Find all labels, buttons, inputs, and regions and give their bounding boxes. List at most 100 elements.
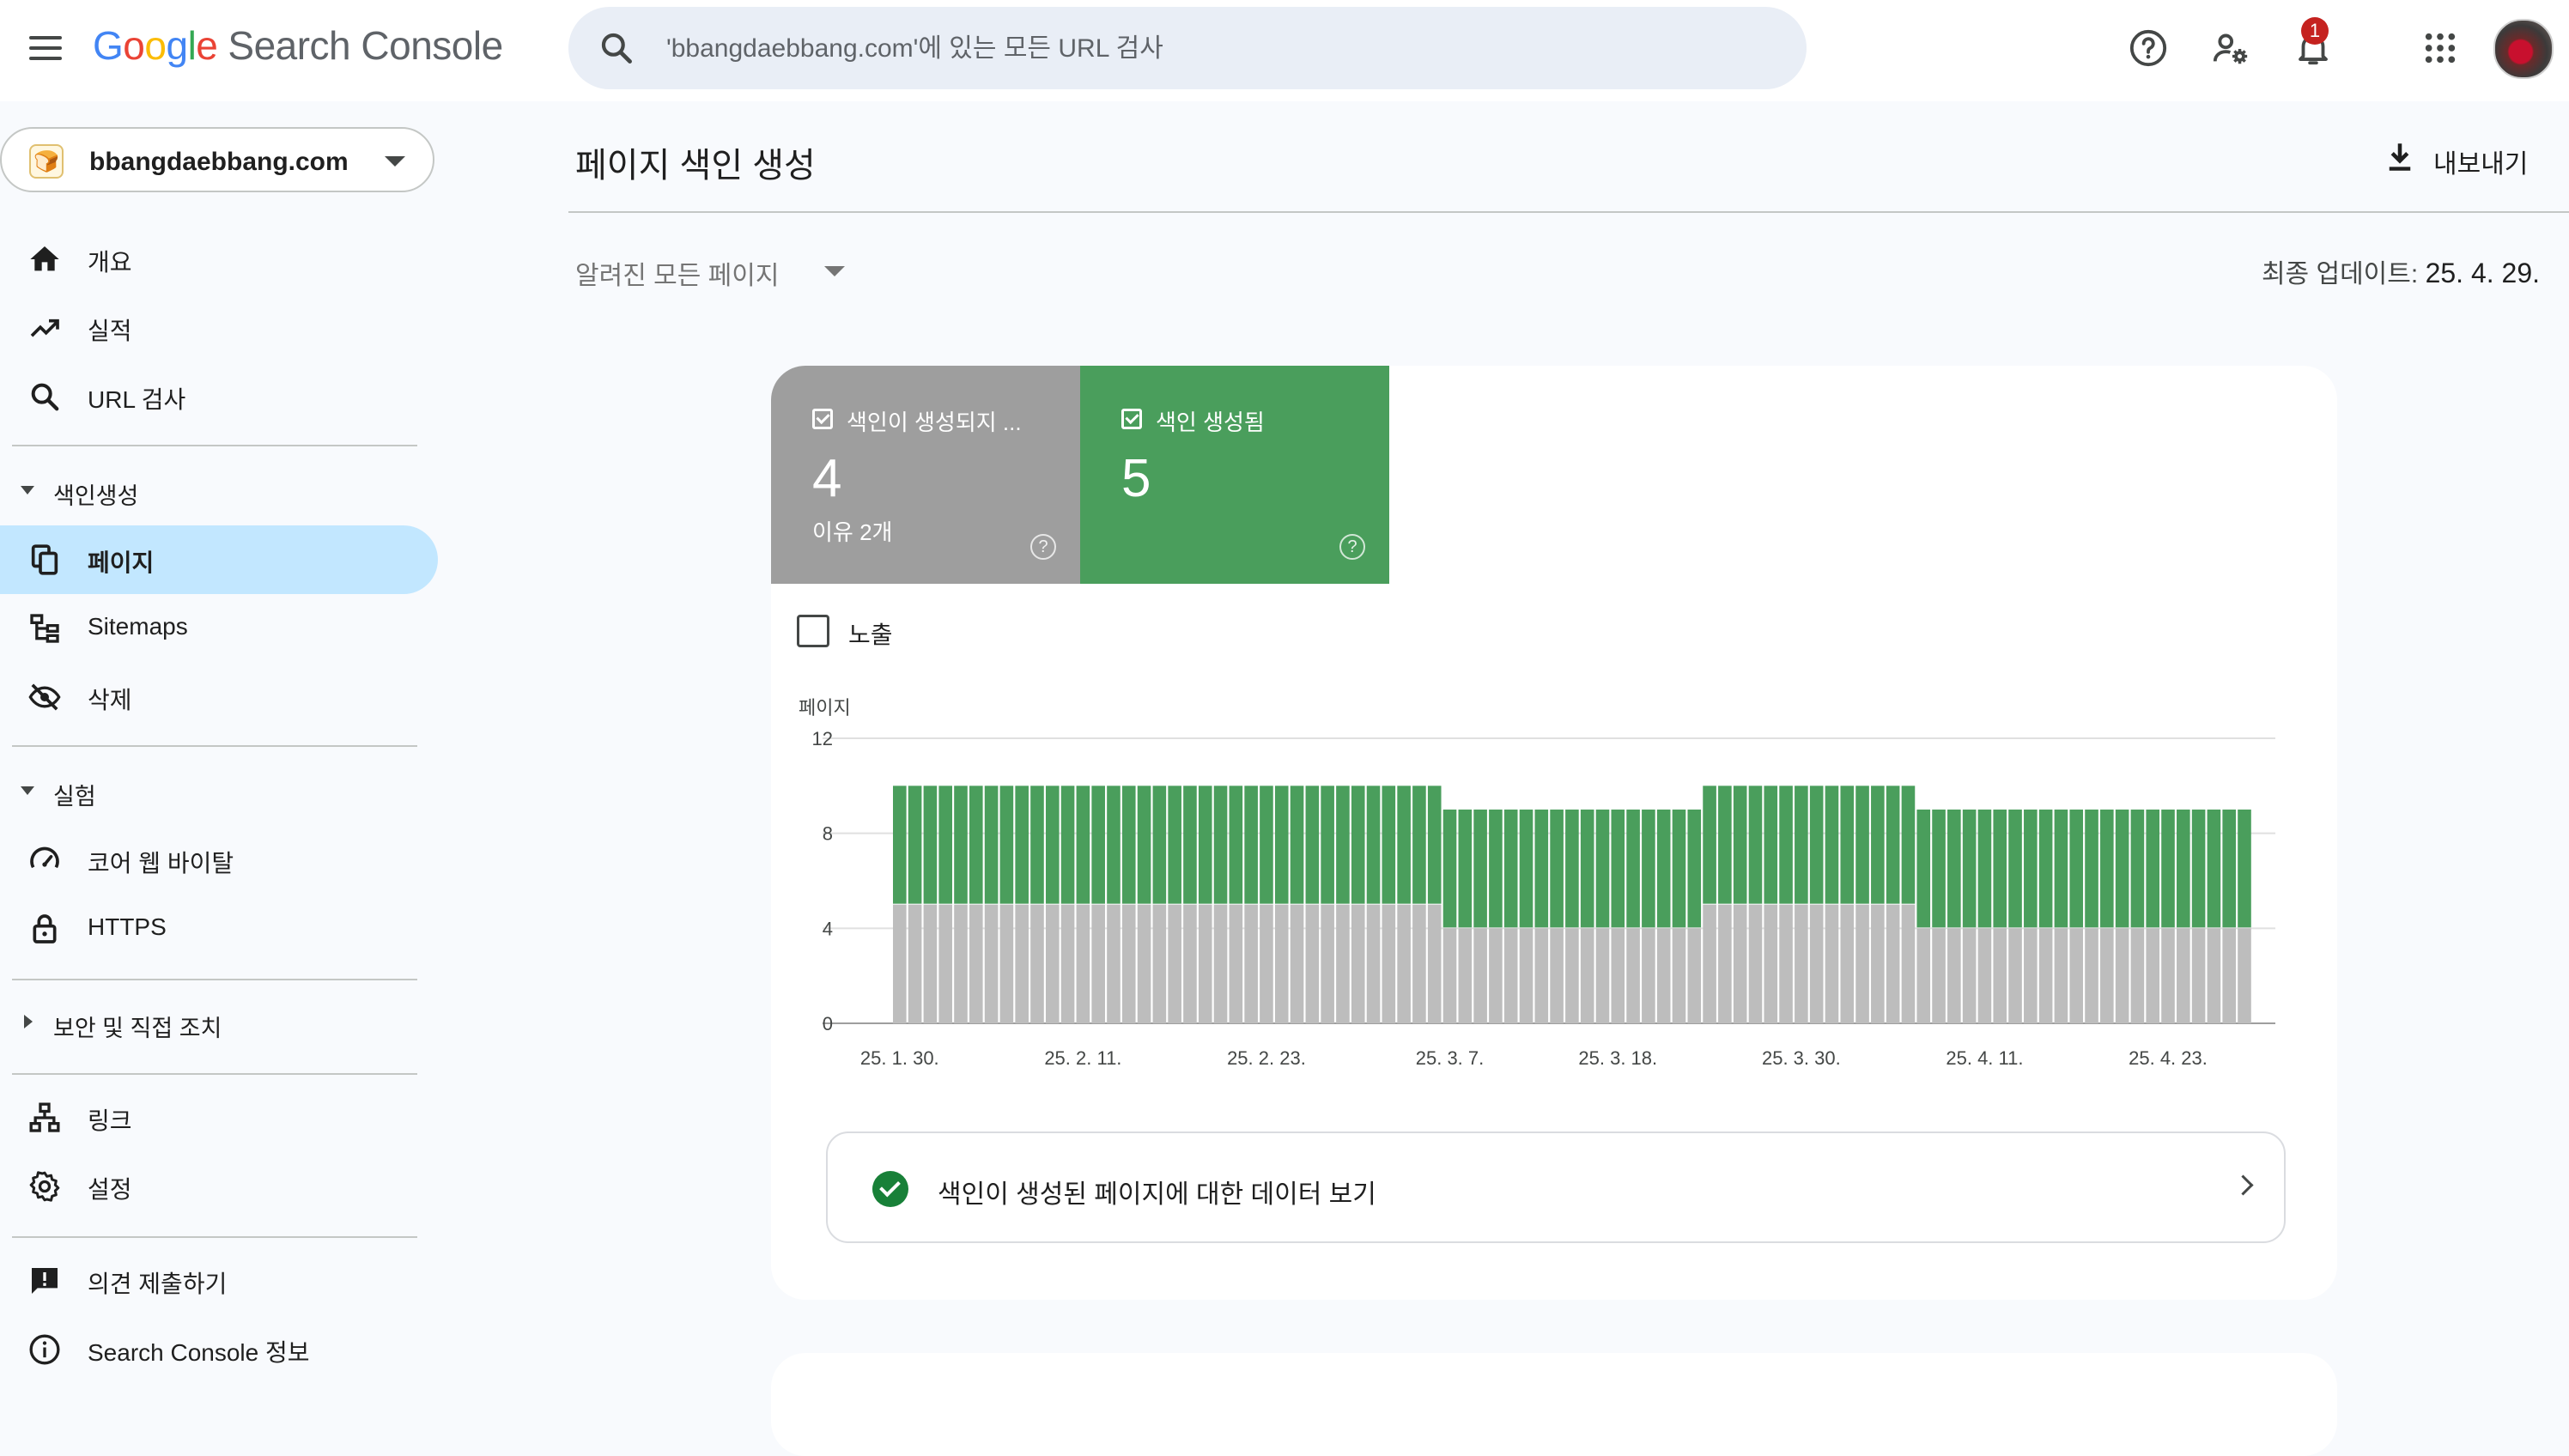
chart-bar-indexed[interactable]	[2038, 810, 2053, 928]
chart-bar-indexed[interactable]	[1626, 810, 1640, 928]
chart-bar-indexed[interactable]	[1336, 786, 1350, 904]
chart-bar-not-indexed[interactable]	[2024, 928, 2038, 1023]
sidebar-item-links[interactable]: 링크	[0, 1083, 438, 1152]
chart-bar-not-indexed[interactable]	[893, 904, 907, 1023]
chart-bar-not-indexed[interactable]	[2207, 928, 2221, 1023]
chart-bar-not-indexed[interactable]	[1642, 928, 1655, 1023]
chart-bar-not-indexed[interactable]	[1458, 928, 1473, 1023]
sidebar-item-removals[interactable]: 삭제	[0, 663, 438, 731]
sidebar-item-sitemaps[interactable]: Sitemaps	[0, 594, 438, 663]
chart-bar-indexed[interactable]	[1183, 786, 1197, 904]
chart-bar-indexed[interactable]	[1503, 810, 1518, 928]
chart-bar-not-indexed[interactable]	[1962, 928, 1977, 1023]
chart-bar-not-indexed[interactable]	[984, 904, 999, 1023]
chart-bar-indexed[interactable]	[923, 786, 938, 904]
chart-bar-indexed[interactable]	[1366, 786, 1381, 904]
chart-bar-not-indexed[interactable]	[1442, 928, 1457, 1023]
chart-bar-indexed[interactable]	[1855, 786, 1869, 904]
chart-bar-not-indexed[interactable]	[1718, 904, 1732, 1023]
section-security-toggle[interactable]: 보안 및 직접 조치	[0, 998, 438, 1049]
chart-bar-not-indexed[interactable]	[1030, 904, 1044, 1023]
chart-bar-not-indexed[interactable]	[1137, 904, 1151, 1023]
sidebar-item-pages[interactable]: 페이지	[0, 525, 438, 594]
chart-bar-not-indexed[interactable]	[2130, 928, 2145, 1023]
chart-bar-not-indexed[interactable]	[1412, 904, 1426, 1023]
chart-bar-not-indexed[interactable]	[1565, 928, 1579, 1023]
chart-bar-indexed[interactable]	[1534, 810, 1549, 928]
chart-bar-not-indexed[interactable]	[1703, 904, 1716, 1023]
page-filter-dropdown[interactable]: 알려진 모든 페이지	[575, 249, 859, 292]
chart-bar-indexed[interactable]	[1489, 810, 1503, 928]
chart-bar-not-indexed[interactable]	[1107, 904, 1121, 1023]
account-avatar[interactable]	[2493, 19, 2554, 79]
chart-bar-indexed[interactable]	[1993, 810, 2007, 928]
chart-bar-not-indexed[interactable]	[938, 904, 952, 1023]
chart-bar-not-indexed[interactable]	[2177, 928, 2190, 1023]
chart-bar-indexed[interactable]	[1260, 786, 1273, 904]
chart-bar-not-indexed[interactable]	[1503, 928, 1518, 1023]
chart-bar-indexed[interactable]	[1091, 786, 1105, 904]
chart-bar-indexed[interactable]	[1213, 786, 1228, 904]
chart-bar-indexed[interactable]	[1137, 786, 1151, 904]
tile-not-indexed[interactable]: 색인이 생성되지 ... 4 이유 2개 ?	[771, 366, 1080, 584]
chart-bar-indexed[interactable]	[1519, 810, 1534, 928]
chart-bar-not-indexed[interactable]	[1871, 904, 1885, 1023]
chart-bar-indexed[interactable]	[1825, 786, 1839, 904]
chart-bar-not-indexed[interactable]	[1809, 904, 1824, 1023]
chart-bar-indexed[interactable]	[1947, 810, 1961, 928]
sidebar-item-about[interactable]: Search Console 정보	[0, 1315, 438, 1384]
chart-bar-not-indexed[interactable]	[2238, 928, 2251, 1023]
chart-bar-indexed[interactable]	[1595, 810, 1610, 928]
chart-bar-not-indexed[interactable]	[1076, 904, 1090, 1023]
chart-bar-not-indexed[interactable]	[954, 904, 968, 1023]
chart-bar-not-indexed[interactable]	[1015, 904, 1029, 1023]
chart-bar-not-indexed[interactable]	[1580, 928, 1594, 1023]
chart-bar-not-indexed[interactable]	[1840, 904, 1855, 1023]
chart-bar-not-indexed[interactable]	[1336, 904, 1350, 1023]
chart-bar-indexed[interactable]	[969, 786, 983, 904]
chart-bar-not-indexed[interactable]	[1595, 928, 1610, 1023]
chart-bar-not-indexed[interactable]	[1672, 928, 1686, 1023]
chart-bar-not-indexed[interactable]	[1382, 904, 1396, 1023]
sidebar-item-core-web-vitals[interactable]: 코어 웹 바이탈	[0, 826, 438, 895]
chart-bar-not-indexed[interactable]	[1321, 904, 1334, 1023]
chart-bar-indexed[interactable]	[1351, 786, 1365, 904]
chart-bar-not-indexed[interactable]	[1305, 904, 1320, 1023]
chart-bar-indexed[interactable]	[1458, 810, 1473, 928]
chart-bar-indexed[interactable]	[1321, 786, 1334, 904]
chart-bar-not-indexed[interactable]	[1045, 904, 1060, 1023]
chart-bar-not-indexed[interactable]	[1764, 904, 1778, 1023]
chart-bar-indexed[interactable]	[1473, 810, 1487, 928]
chart-bar-indexed[interactable]	[908, 786, 922, 904]
chart-bar-not-indexed[interactable]	[1473, 928, 1487, 1023]
chart-bar-indexed[interactable]	[1656, 810, 1671, 928]
chart-bar-indexed[interactable]	[2161, 810, 2175, 928]
chart-bar-not-indexed[interactable]	[1397, 904, 1411, 1023]
chart-bar-not-indexed[interactable]	[1886, 904, 1900, 1023]
chart-bar-indexed[interactable]	[2008, 810, 2022, 928]
chart-bar-indexed[interactable]	[1580, 810, 1594, 928]
chart-bar-indexed[interactable]	[954, 786, 968, 904]
sidebar-item-performance[interactable]: 실적	[0, 294, 438, 362]
chart-bar-indexed[interactable]	[1886, 786, 1900, 904]
chart-bar-indexed[interactable]	[1152, 786, 1167, 904]
chart-bar-indexed[interactable]	[1977, 810, 1992, 928]
chart-bar-indexed[interactable]	[1015, 786, 1029, 904]
chart-bar-indexed[interactable]	[1168, 786, 1181, 904]
chart-bar-indexed[interactable]	[1382, 786, 1396, 904]
chart-bar-indexed[interactable]	[1611, 810, 1625, 928]
chart-bar-not-indexed[interactable]	[999, 904, 1014, 1023]
chart-bar-not-indexed[interactable]	[1626, 928, 1640, 1023]
chart-bar-not-indexed[interactable]	[1244, 904, 1258, 1023]
view-indexed-data-button[interactable]: 색인이 생성된 페이지에 대한 데이터 보기	[826, 1131, 2286, 1243]
chart-bar-indexed[interactable]	[2085, 810, 2098, 928]
chart-bar-indexed[interactable]	[2238, 810, 2251, 928]
chart-bar-indexed[interactable]	[1030, 786, 1044, 904]
chart-bar-not-indexed[interactable]	[1366, 904, 1381, 1023]
chart-bar-not-indexed[interactable]	[2038, 928, 2053, 1023]
chart-bar-indexed[interactable]	[1916, 810, 1931, 928]
chart-bar-not-indexed[interactable]	[1825, 904, 1839, 1023]
chart-bar-not-indexed[interactable]	[1168, 904, 1181, 1023]
chart-bar-indexed[interactable]	[1427, 786, 1442, 904]
search-console-logo[interactable]: Google Search Console	[93, 22, 503, 69]
